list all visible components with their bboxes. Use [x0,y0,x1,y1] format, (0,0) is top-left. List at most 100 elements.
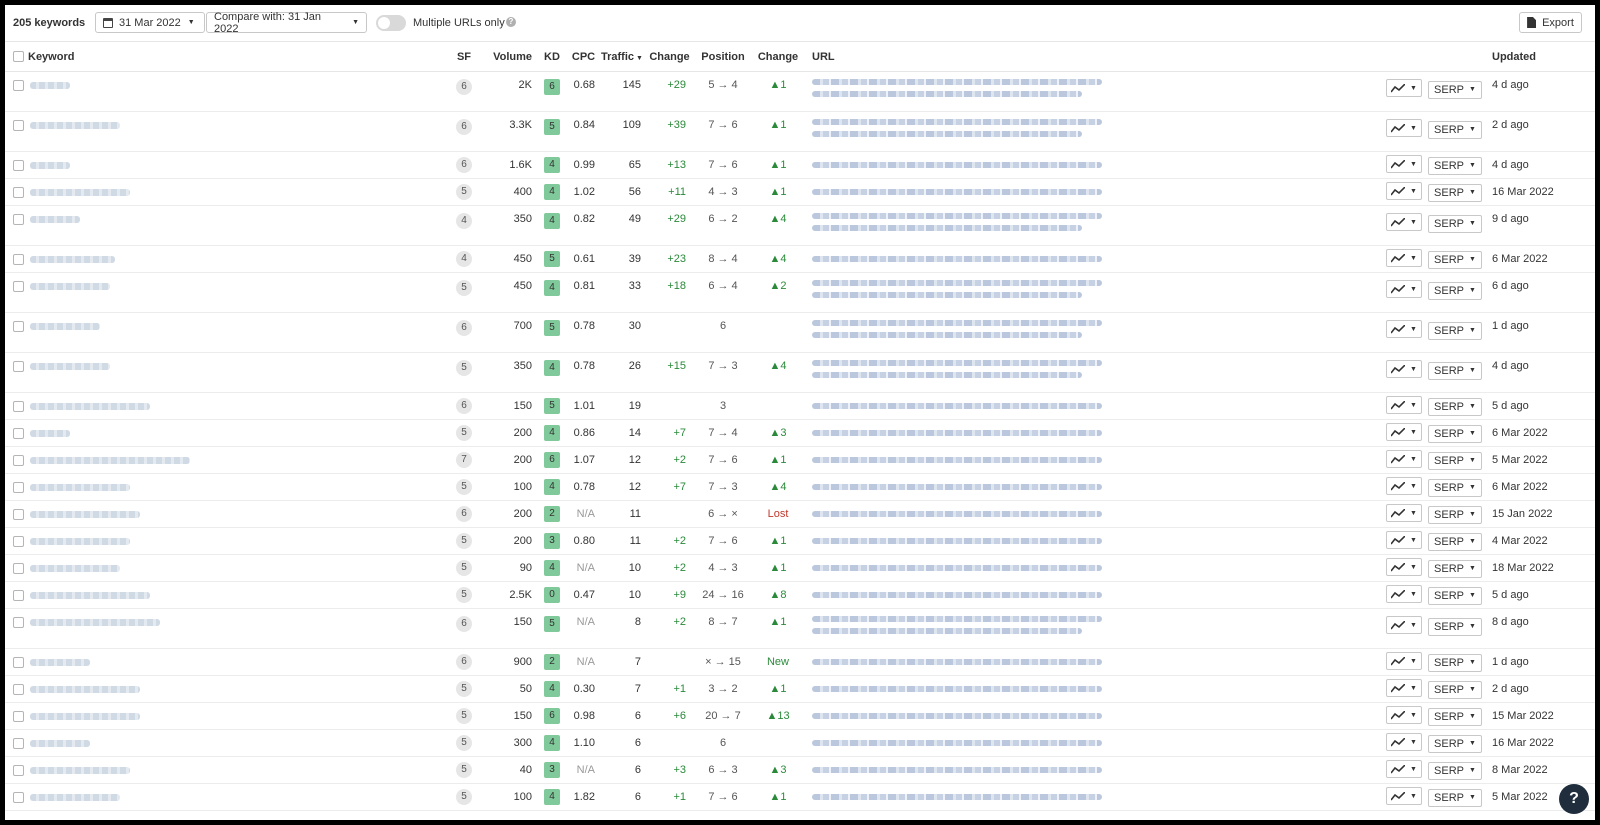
sf-badge[interactable]: 5 [456,360,472,376]
keyword-link[interactable] [30,712,140,720]
row-checkbox[interactable] [13,427,24,439]
keyword-link[interactable] [30,483,130,491]
col-traffic[interactable]: Traffic ▼ [601,41,647,72]
keyword-link[interactable] [30,322,100,330]
row-checkbox[interactable] [13,683,24,695]
keyword-link[interactable] [30,429,70,437]
trend-chart-button[interactable]: ▼ [1386,531,1422,550]
col-updated[interactable]: Updated [1492,41,1595,72]
sf-badge[interactable]: 5 [456,789,472,805]
url-link[interactable] [812,565,1102,571]
table-row[interactable]: 6 200 2 N/A 11 6 → × Lost ▼ SERP ▼ 15 Jan 2022 [5,500,1595,528]
table-row[interactable]: 5 200 3 0.80 11 +2 7 → 6 ▲1 ▼ SERP ▼ 4 Mar 2022 [5,527,1595,555]
table-row[interactable]: 5 2.5K 0 0.47 10 +9 24 → 16 ▲8 ▼ SERP ▼ 5 d ago [5,581,1595,609]
export-button[interactable]: Export [1519,12,1582,33]
serp-button[interactable]: SERP ▼ [1428,707,1482,726]
trend-chart-button[interactable]: ▼ [1386,652,1422,671]
url-link[interactable] [812,794,1102,800]
keyword-link[interactable] [30,685,140,693]
info-icon[interactable]: ? [506,17,516,27]
keyword-link[interactable] [30,739,90,747]
serp-button[interactable]: SERP ▼ [1428,734,1482,753]
table-row[interactable]: 4 350 4 0.82 49 +29 6 → 2 ▲4 ▼ SERP ▼ 9 d ago [5,205,1595,246]
col-sf[interactable]: SF [450,41,478,72]
url-link[interactable] [812,592,1102,598]
serp-button[interactable]: SERP ▼ [1428,361,1482,380]
keyword-link[interactable] [30,766,130,774]
col-cpc[interactable]: CPC [566,41,601,72]
trend-chart-button[interactable]: ▼ [1386,213,1422,231]
row-checkbox[interactable] [13,481,24,493]
url-link[interactable] [812,686,1102,692]
trend-chart-button[interactable]: ▼ [1386,423,1422,442]
sf-badge[interactable]: 5 [456,479,472,495]
table-row[interactable]: 6 150 5 1.01 19 3 ▼ SERP ▼ 5 d ago [5,392,1595,420]
keyword-link[interactable] [30,456,190,464]
trend-chart-button[interactable]: ▼ [1386,360,1422,378]
row-checkbox[interactable] [13,454,24,466]
url-link[interactable] [812,280,1102,286]
row-checkbox[interactable] [13,508,24,520]
sf-badge[interactable]: 5 [456,735,472,751]
sf-badge[interactable]: 5 [456,762,472,778]
row-checkbox[interactable] [13,616,24,628]
row-checkbox[interactable] [13,710,24,722]
keyword-link[interactable] [30,282,110,290]
url-link[interactable] [812,162,1102,168]
sf-badge[interactable]: 6 [456,320,472,336]
trend-chart-button[interactable]: ▼ [1386,706,1422,725]
trend-chart-button[interactable]: ▼ [1386,558,1422,577]
col-position-change[interactable]: Change [754,41,802,72]
keyword-link[interactable] [30,618,160,626]
table-row[interactable]: 6 1.6K 4 0.99 65 +13 7 → 6 ▲1 ▼ SERP ▼ 4 d ago [5,151,1595,179]
sf-badge[interactable]: 4 [456,251,472,267]
col-kd[interactable]: KD [538,41,566,72]
serp-button[interactable]: SERP ▼ [1428,120,1482,139]
row-checkbox[interactable] [13,280,24,292]
row-checkbox[interactable] [13,253,24,265]
keyword-link[interactable] [30,564,120,572]
sf-badge[interactable]: 4 [456,213,472,229]
trend-chart-button[interactable]: ▼ [1386,733,1422,752]
serp-button[interactable]: SERP ▼ [1428,156,1482,175]
sf-badge[interactable]: 6 [456,616,472,632]
row-checkbox[interactable] [13,764,24,776]
url-link[interactable] [812,484,1102,490]
table-row[interactable]: 5 100 4 1.82 6 +1 7 → 6 ▲1 ▼ SERP ▼ 5 Mar 2022 [5,783,1595,811]
trend-chart-button[interactable]: ▼ [1386,182,1422,201]
table-row[interactable]: 4 450 5 0.61 39 +23 8 → 4 ▲4 ▼ SERP ▼ 6 Mar 2022 [5,245,1595,273]
col-url[interactable]: URL [812,41,1386,72]
sf-badge[interactable]: 6 [456,506,472,522]
row-checkbox[interactable] [13,400,24,412]
serp-button[interactable]: SERP ▼ [1428,617,1482,636]
url-link[interactable] [812,360,1102,366]
trend-chart-button[interactable]: ▼ [1386,787,1422,806]
keyword-link[interactable] [30,215,80,223]
url-link[interactable] [812,511,1102,517]
trend-chart-button[interactable]: ▼ [1386,396,1422,415]
serp-button[interactable]: SERP ▼ [1428,424,1482,443]
serp-button[interactable]: SERP ▼ [1428,451,1482,470]
url-link[interactable] [812,119,1102,125]
trend-chart-button[interactable]: ▼ [1386,679,1422,698]
sf-badge[interactable]: 5 [456,681,472,697]
url-link[interactable] [812,659,1102,665]
sf-badge[interactable]: 6 [456,119,472,135]
sf-badge[interactable]: 5 [456,533,472,549]
keyword-link[interactable] [30,161,70,169]
serp-button[interactable]: SERP ▼ [1428,183,1482,202]
table-row[interactable]: 5 450 4 0.81 33 +18 6 → 4 ▲2 ▼ SERP ▼ 6 d ago [5,272,1595,313]
col-keyword[interactable]: Keyword [5,41,450,72]
serp-button[interactable]: SERP ▼ [1428,321,1482,340]
keyword-link[interactable] [30,402,150,410]
serp-button[interactable]: SERP ▼ [1428,397,1482,416]
url-link[interactable] [812,403,1102,409]
sf-badge[interactable]: 5 [456,184,472,200]
trend-chart-button[interactable]: ▼ [1386,320,1422,338]
row-checkbox[interactable] [13,159,24,171]
sf-badge[interactable]: 5 [456,280,472,296]
trend-chart-button[interactable]: ▼ [1386,585,1422,604]
keyword-link[interactable] [30,510,140,518]
row-checkbox[interactable] [13,562,24,574]
url-link-secondary[interactable] [812,628,1082,634]
